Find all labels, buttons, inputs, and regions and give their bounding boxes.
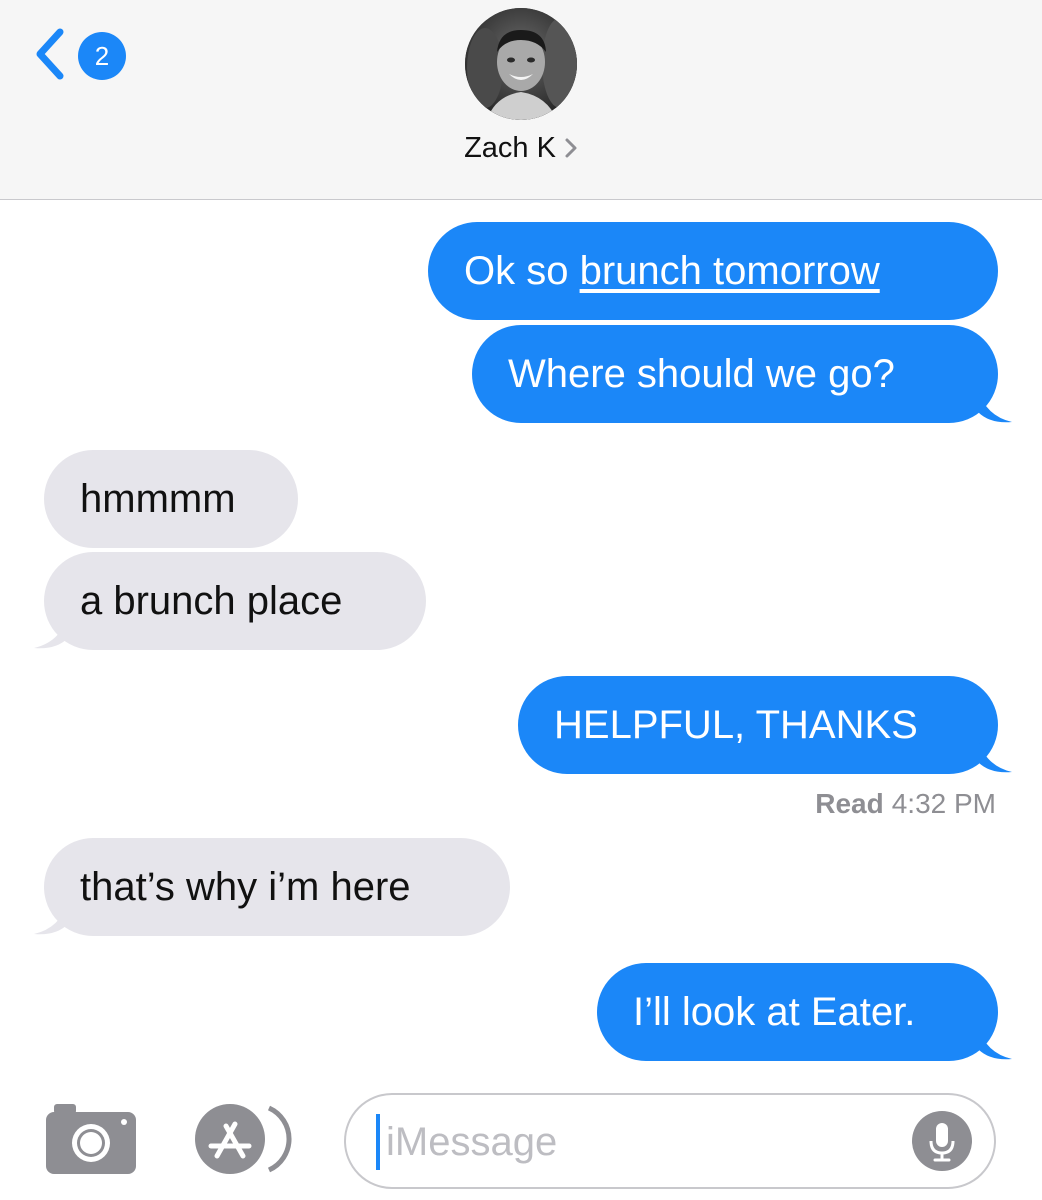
contact-name-button[interactable]: Zach K (0, 132, 1042, 165)
app-store-icon[interactable] (193, 1102, 297, 1176)
message-text: a brunch place (80, 579, 343, 623)
avatar[interactable] (465, 8, 577, 120)
unread-badge: 2 (78, 32, 126, 80)
bubble-tail (34, 902, 68, 935)
message-incoming[interactable]: a brunch place (44, 552, 426, 650)
message-text: HELPFUL, THANKS (554, 703, 918, 747)
message-outgoing[interactable]: HELPFUL, THANKS (518, 676, 998, 774)
read-time: 4:32 PM (891, 788, 996, 819)
message-outgoing[interactable]: Where should we go? (472, 325, 998, 423)
conversation-header: 2 Zach K (0, 0, 1042, 200)
message-outgoing[interactable]: Ok so brunch tomorrow (428, 222, 998, 320)
read-label: Read (815, 788, 884, 819)
message-text: that’s why i’m here (80, 865, 411, 909)
text-caret (376, 1114, 380, 1170)
bubble-tail (34, 616, 68, 649)
message-input-placeholder: iMessage (386, 1120, 558, 1164)
message-link[interactable]: brunch tomorrow (580, 249, 880, 293)
camera-icon[interactable] (44, 1100, 138, 1176)
back-button[interactable]: 2 (30, 26, 140, 82)
read-receipt: Read 4:32 PM (815, 788, 996, 820)
message-text: Where should we go? (508, 352, 895, 396)
chevron-left-icon (36, 28, 64, 80)
message-outgoing[interactable]: I’ll look at Eater. (597, 963, 998, 1061)
message-text: I’ll look at Eater. (633, 990, 916, 1034)
message-text: Ok so (464, 249, 580, 293)
microphone-icon[interactable] (912, 1111, 972, 1171)
bubble-tail (978, 390, 1012, 423)
contact-name: Zach K (464, 132, 556, 164)
message-incoming[interactable]: that’s why i’m here (44, 838, 510, 936)
message-text: hmmmm (80, 477, 236, 521)
chevron-right-icon (565, 138, 577, 158)
bubble-tail (978, 1027, 1012, 1060)
message-incoming[interactable]: hmmmm (44, 450, 298, 548)
avatar-photo (465, 8, 577, 120)
bubble-tail (978, 740, 1012, 773)
